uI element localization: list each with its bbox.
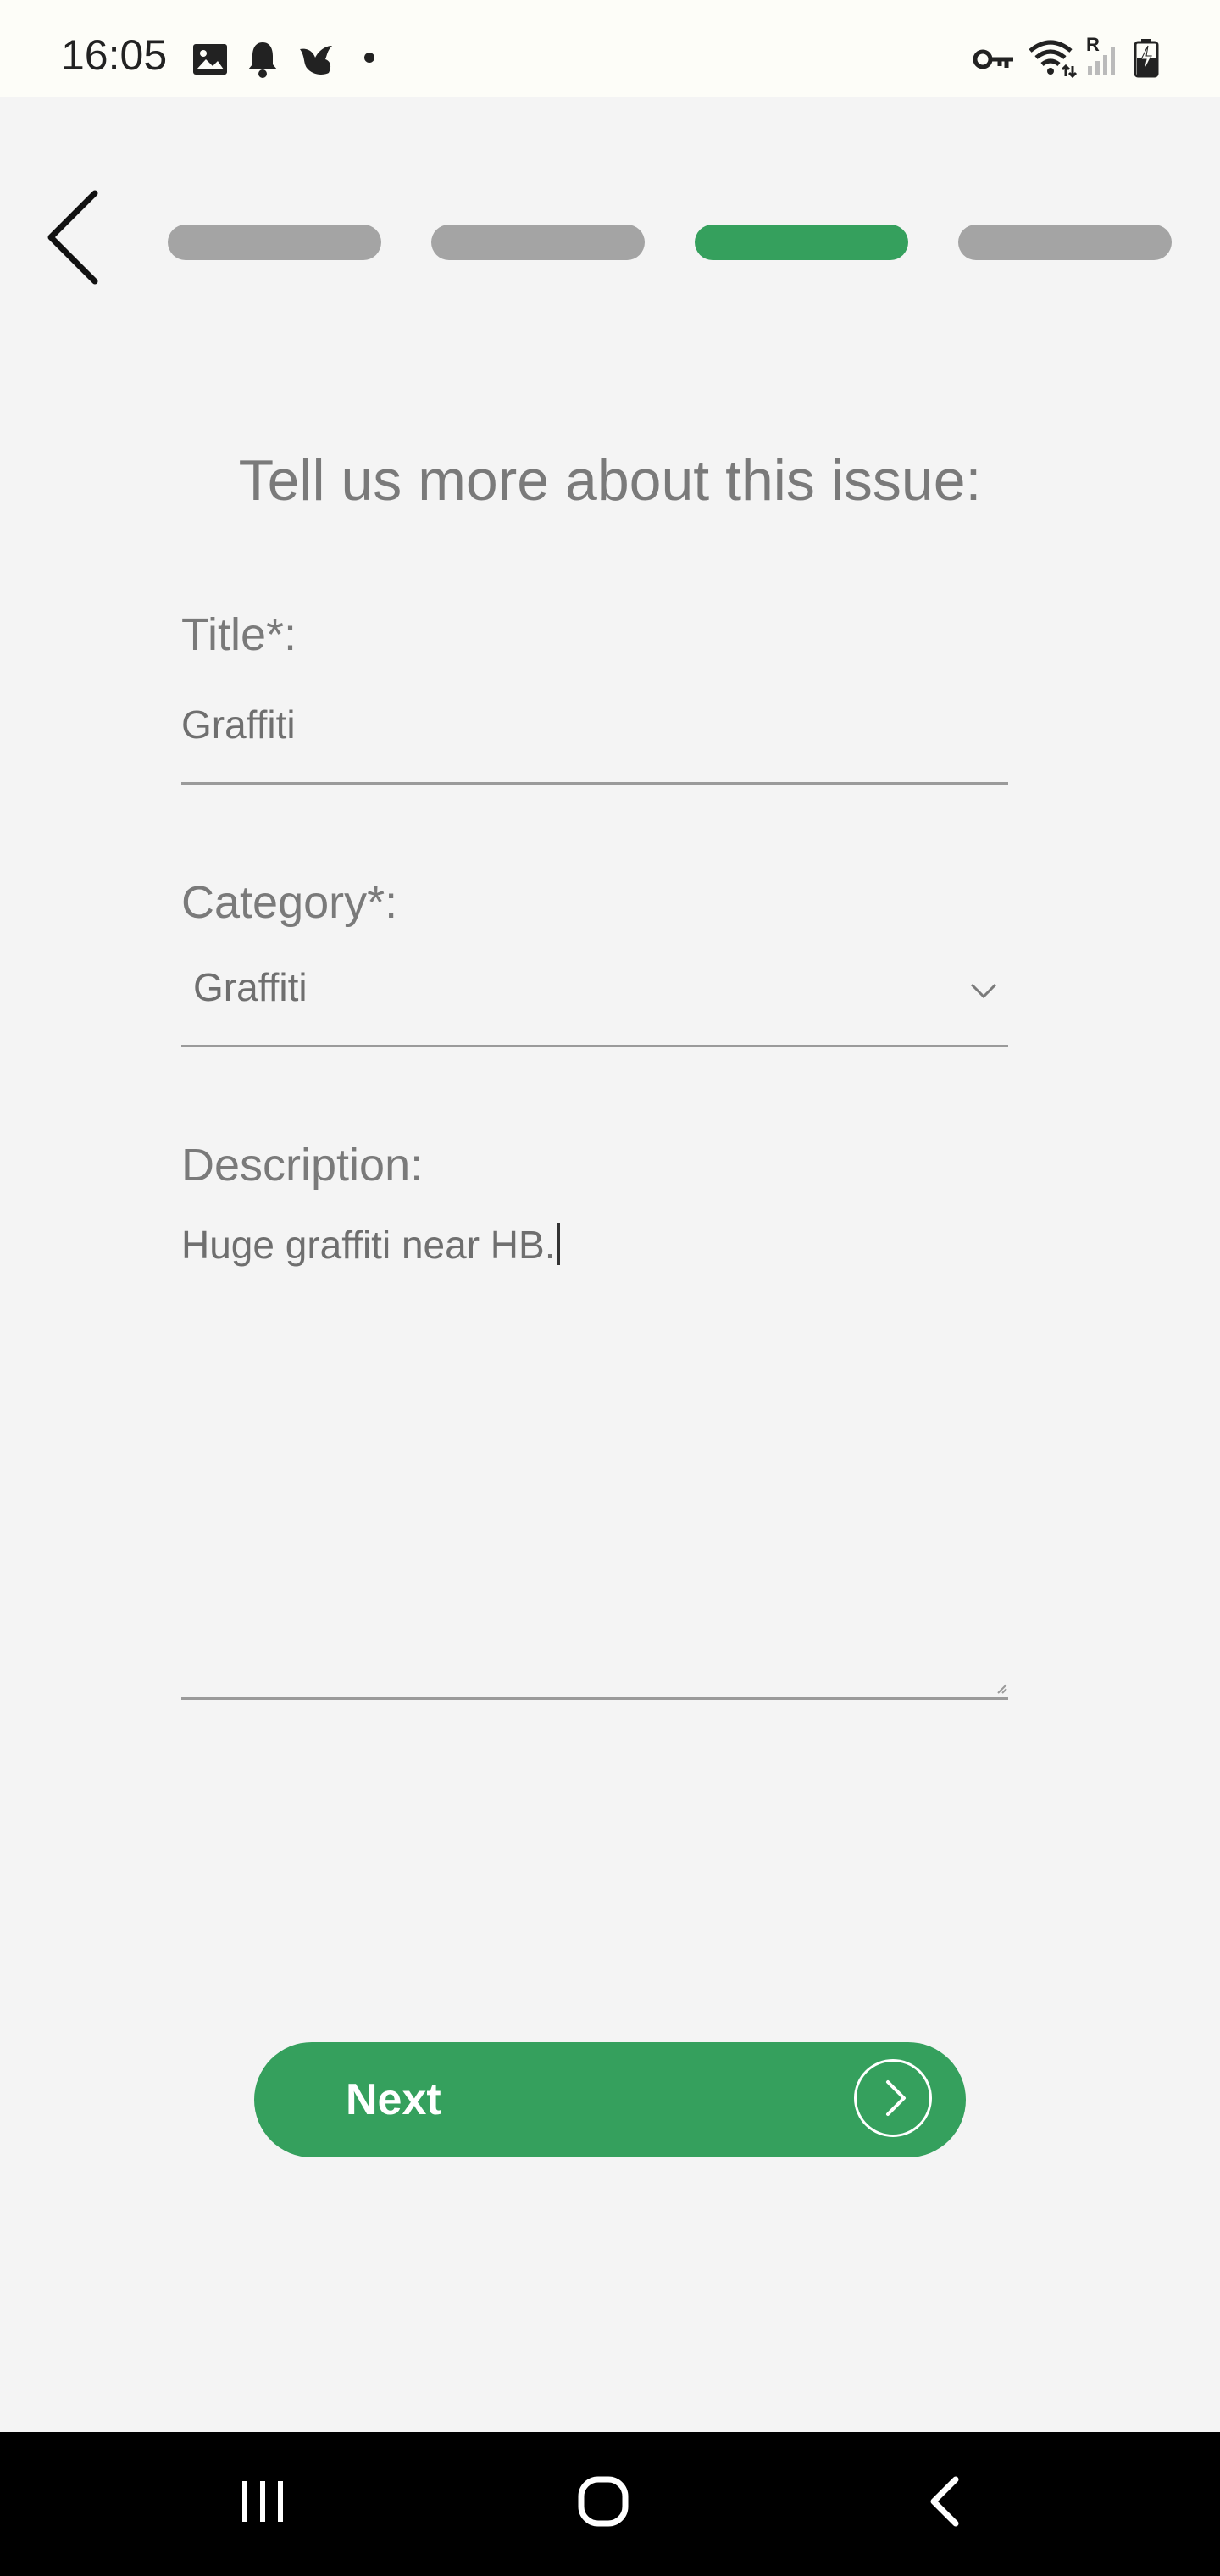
dot-icon [364, 53, 374, 63]
chevron-left-icon [47, 190, 98, 285]
step-2-indicator [431, 225, 645, 260]
status-bar: 16:05 R [0, 0, 1220, 97]
next-button-label: Next [346, 2075, 441, 2124]
bell-icon [248, 42, 277, 78]
title-value: Graffiti [181, 702, 296, 747]
category-underline [181, 1045, 1008, 1047]
system-nav-bar [0, 2432, 1220, 2576]
battery-icon [1134, 39, 1159, 78]
home-icon[interactable] [576, 2474, 630, 2529]
image-icon [193, 44, 227, 75]
back-button[interactable] [42, 186, 110, 288]
bird-icon [300, 46, 332, 75]
description-label: Description: [181, 1140, 424, 1191]
key-icon [973, 49, 1013, 69]
title-label: Title*: [181, 609, 297, 660]
chevron-down-icon [970, 983, 997, 999]
description-text: Huge graffiti near HB. [181, 1223, 556, 1267]
step-1-indicator [168, 225, 381, 260]
description-textarea[interactable]: Huge graffiti near HB. [181, 1212, 1008, 1695]
description-underline [181, 1697, 1008, 1700]
category-label: Category*: [181, 877, 398, 928]
wifi-icon [1029, 40, 1078, 78]
recent-apps-icon[interactable] [237, 2476, 288, 2527]
resize-handle-icon[interactable] [996, 1683, 1008, 1695]
arrow-right-circle-icon [854, 2059, 932, 2137]
title-underline [181, 782, 1008, 785]
category-value: Graffiti [193, 965, 308, 1009]
next-button[interactable]: Next [254, 2042, 966, 2157]
back-icon[interactable] [923, 2474, 966, 2529]
text-cursor [557, 1223, 560, 1265]
category-select[interactable]: Graffiti [181, 958, 1008, 1042]
page-title: Tell us more about this issue: [238, 448, 982, 513]
step-3-indicator [695, 225, 908, 260]
title-field[interactable]: Graffiti [181, 695, 1008, 788]
signal-icon [1088, 47, 1115, 75]
description-value: Huge graffiti near HB. [181, 1222, 560, 1268]
status-time: 16:05 [61, 31, 168, 79]
step-4-indicator [958, 225, 1172, 260]
